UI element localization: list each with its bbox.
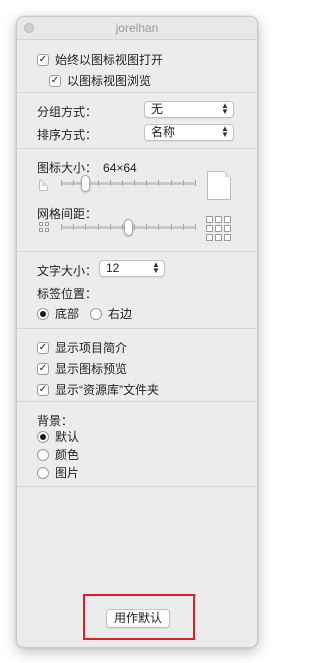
- checkbox-checked-icon[interactable]: ✓: [49, 74, 61, 87]
- background-default-label: 默认: [55, 430, 80, 444]
- small-document-icon: [39, 180, 48, 191]
- text-size-row: 文字大小：: [37, 262, 97, 279]
- background-picture-label: 图片: [55, 466, 80, 480]
- slider-tick: [183, 224, 184, 230]
- icon-size-label: 图标大小：: [37, 161, 98, 175]
- slider-tick: [134, 224, 135, 230]
- chevron-updown-icon: ▲ ▼: [152, 260, 160, 275]
- slider-tick: [158, 224, 159, 230]
- text-size-value: 12: [106, 261, 120, 275]
- checkbox-checked-icon[interactable]: ✓: [37, 362, 49, 375]
- always-open-icon-view-option[interactable]: ✓ 始终以图标视图打开: [37, 51, 163, 68]
- text-size-select[interactable]: 12 ▲ ▼: [99, 260, 165, 277]
- browse-icon-view-option[interactable]: ✓ 以图标视图浏览: [49, 72, 151, 89]
- background-color-option[interactable]: 颜色: [37, 446, 79, 463]
- checkbox-checked-icon[interactable]: ✓: [37, 383, 49, 396]
- slider-tick: [110, 180, 111, 186]
- slider-tick: [122, 180, 123, 186]
- slider-tick: [195, 180, 196, 186]
- sorting-row: 排序方式：: [37, 126, 97, 143]
- grid-spacing-slider-knob[interactable]: [124, 219, 133, 236]
- label-position-bottom-option[interactable]: 底部: [37, 305, 79, 322]
- divider: [17, 486, 257, 487]
- checkbox-checked-icon[interactable]: ✓: [37, 341, 49, 354]
- slider-tick: [61, 224, 62, 230]
- divider: [17, 401, 257, 402]
- highlight-box: [83, 594, 195, 640]
- sorting-value: 名称: [151, 125, 176, 139]
- divider: [17, 328, 257, 329]
- slider-tick: [134, 180, 135, 186]
- divider: [17, 251, 257, 252]
- grid-spacing-label: 网格间距：: [37, 207, 98, 221]
- divider: [17, 148, 257, 149]
- always-open-icon-view-label: 始终以图标视图打开: [55, 53, 164, 67]
- radio-unselected-icon[interactable]: [37, 448, 49, 461]
- icon-size-row: 图标大小： 64×64: [37, 159, 137, 176]
- chevron-updown-icon: ▲ ▼: [221, 124, 229, 139]
- slider-tick: [110, 224, 111, 230]
- slider-tick: [61, 180, 62, 186]
- grouping-row: 分组方式：: [37, 103, 97, 120]
- radio-unselected-icon[interactable]: [37, 466, 49, 479]
- slider-tick: [171, 224, 172, 230]
- small-grid-spacing-icon: [39, 222, 49, 232]
- icon-size-value: 64×64: [103, 160, 137, 175]
- grouping-value: 无: [151, 102, 164, 116]
- view-options-window: jorelhan ✓ 始终以图标视图打开 ✓ 以图标视图浏览 分组方式： 无 ▲…: [16, 16, 258, 648]
- browse-icon-view-label: 以图标视图浏览: [67, 74, 152, 88]
- label-position-right-label: 右边: [108, 307, 133, 321]
- window-title: jorelhan: [115, 21, 159, 35]
- label-position-bottom-label: 底部: [55, 307, 80, 321]
- icon-size-slider-knob[interactable]: [81, 175, 90, 192]
- slider-tick: [73, 224, 74, 230]
- slider-tick: [183, 180, 184, 186]
- show-library-folder-label: 显示“资源库”文件夹: [55, 383, 159, 397]
- grid-spacing-row: 网格间距：: [37, 205, 97, 222]
- text-size-label: 文字大小：: [37, 264, 98, 278]
- title-bar[interactable]: jorelhan: [17, 17, 257, 40]
- grouping-label: 分组方式：: [37, 105, 98, 119]
- sorting-label: 排序方式：: [37, 128, 98, 142]
- chevron-updown-icon: ▲ ▼: [221, 101, 229, 116]
- slider-tick: [122, 224, 123, 230]
- checkbox-checked-icon[interactable]: ✓: [37, 53, 49, 66]
- radio-selected-icon[interactable]: [37, 307, 49, 320]
- large-document-icon: [207, 171, 231, 200]
- background-picture-option[interactable]: 图片: [37, 464, 79, 481]
- large-grid-spacing-icon: [206, 216, 231, 241]
- background-default-option[interactable]: 默认: [37, 428, 79, 445]
- show-icon-preview-option[interactable]: ✓ 显示图标预览: [37, 360, 127, 377]
- slider-tick: [85, 224, 86, 230]
- slider-tick: [158, 180, 159, 186]
- radio-selected-icon[interactable]: [37, 430, 49, 443]
- show-icon-preview-label: 显示图标预览: [55, 362, 128, 376]
- slider-tick: [98, 180, 99, 186]
- show-item-info-label: 显示项目简介: [55, 341, 128, 355]
- slider-tick: [195, 224, 196, 230]
- slider-tick: [146, 180, 147, 186]
- background-color-label: 颜色: [55, 448, 80, 462]
- slider-tick: [146, 224, 147, 230]
- show-library-folder-option[interactable]: ✓ 显示“资源库”文件夹: [37, 381, 159, 398]
- radio-unselected-icon[interactable]: [90, 307, 102, 320]
- grouping-select[interactable]: 无 ▲ ▼: [144, 101, 234, 118]
- divider: [17, 92, 257, 93]
- slider-tick: [171, 180, 172, 186]
- background-heading-row: 背景：: [37, 412, 73, 429]
- show-item-info-option[interactable]: ✓ 显示项目简介: [37, 339, 127, 356]
- sorting-select[interactable]: 名称 ▲ ▼: [144, 124, 234, 141]
- slider-tick: [73, 180, 74, 186]
- slider-tick: [98, 224, 99, 230]
- label-position-right-option[interactable]: 右边: [90, 305, 132, 322]
- label-position-heading-row: 标签位置：: [37, 285, 97, 302]
- background-label: 背景：: [37, 414, 74, 428]
- label-position-label: 标签位置：: [37, 287, 98, 301]
